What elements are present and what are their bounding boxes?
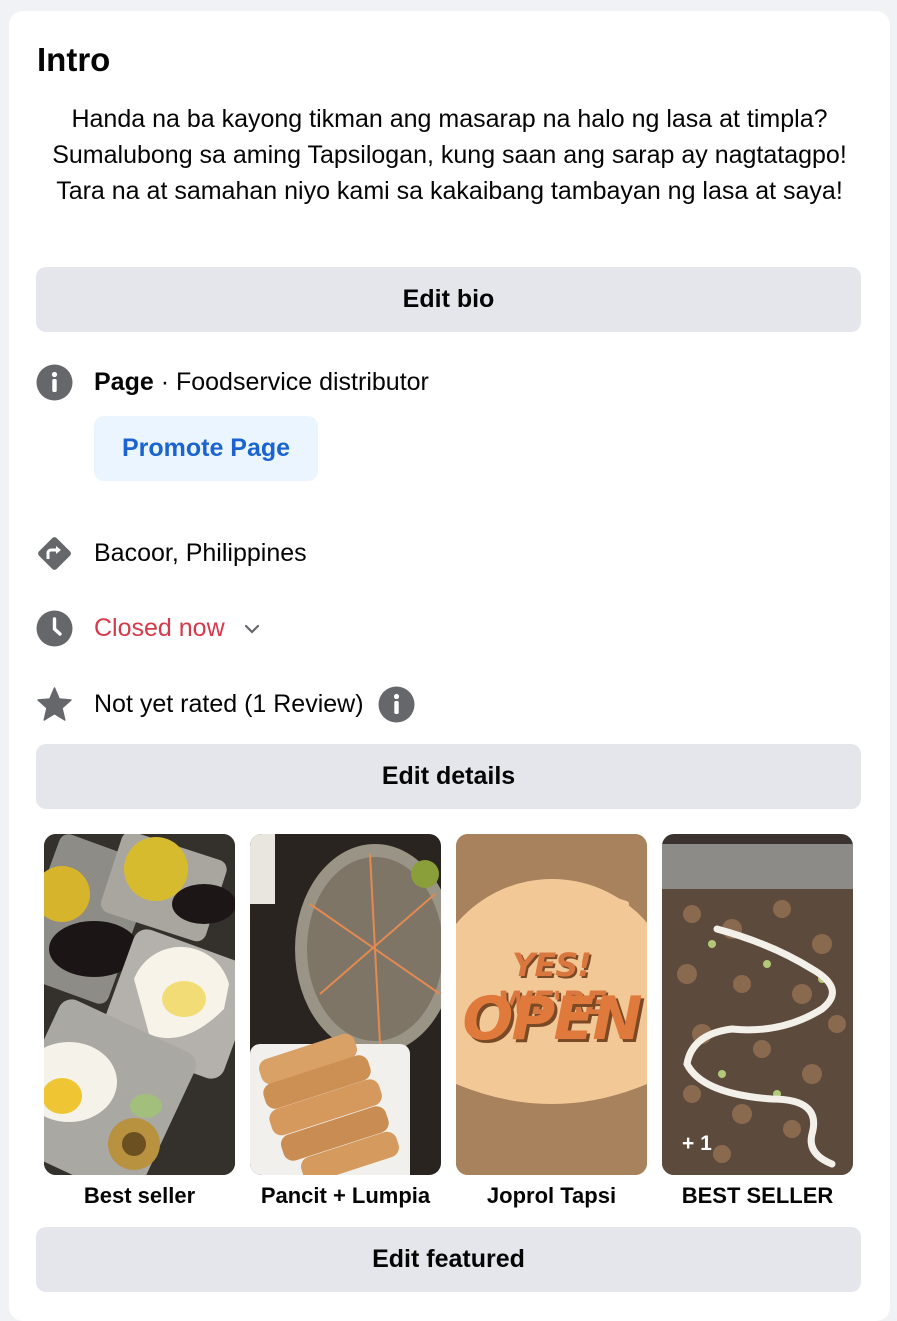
- featured-item-4[interactable]: + 1: [662, 834, 853, 1175]
- featured-photo-4: [662, 834, 853, 1175]
- featured-photo-2: [250, 834, 441, 1175]
- location-text: Bacoor, Philippines: [94, 539, 307, 567]
- featured-photo-1: [44, 834, 235, 1175]
- featured-label-3: Joprol Tapsi: [486, 1183, 617, 1208]
- featured-label-1: Best seller: [83, 1183, 196, 1208]
- poster-text-line2: OPEN: [462, 984, 642, 1054]
- edit-bio-button[interactable]: Edit bio: [36, 267, 861, 332]
- hours-status-text: Closed now: [94, 614, 225, 642]
- location-row: Bacoor, Philippines: [36, 535, 307, 572]
- rating-info-icon[interactable]: [378, 686, 415, 723]
- clock-icon: [36, 610, 73, 647]
- intro-title: Intro: [37, 41, 111, 78]
- edit-featured-button[interactable]: Edit featured: [36, 1227, 861, 1292]
- featured-label-4: BEST SELLER: [681, 1183, 834, 1208]
- more-photos-count: + 1: [682, 1132, 712, 1155]
- rating-text: Not yet rated (1 Review): [94, 690, 364, 718]
- intro-bio: Handa na ba kayong tikman ang masarap na…: [52, 105, 847, 205]
- directions-icon: [36, 535, 73, 572]
- chevron-down-icon[interactable]: [243, 623, 261, 635]
- featured-item-2[interactable]: [250, 834, 441, 1175]
- page-category-text: · Foodservice distributor: [153, 368, 429, 396]
- edit-details-button[interactable]: Edit details: [36, 744, 861, 809]
- featured-label-2: Pancit + Lumpia: [260, 1183, 431, 1208]
- page-type-label: Page: [94, 368, 154, 396]
- promote-page-button[interactable]: Promote Page: [94, 416, 318, 481]
- page-category-row: Page · Foodservice distributor: [36, 364, 429, 401]
- hours-row[interactable]: Closed now: [36, 610, 261, 647]
- featured-item-1[interactable]: [44, 834, 235, 1175]
- info-icon: [36, 364, 73, 401]
- featured-item-3[interactable]: YES! WE'RE OPEN: [456, 834, 647, 1175]
- star-icon: [36, 686, 73, 723]
- intro-card: Intro Handa na ba kayong tikman ang masa…: [9, 11, 890, 1321]
- rating-row: Not yet rated (1 Review): [36, 686, 415, 723]
